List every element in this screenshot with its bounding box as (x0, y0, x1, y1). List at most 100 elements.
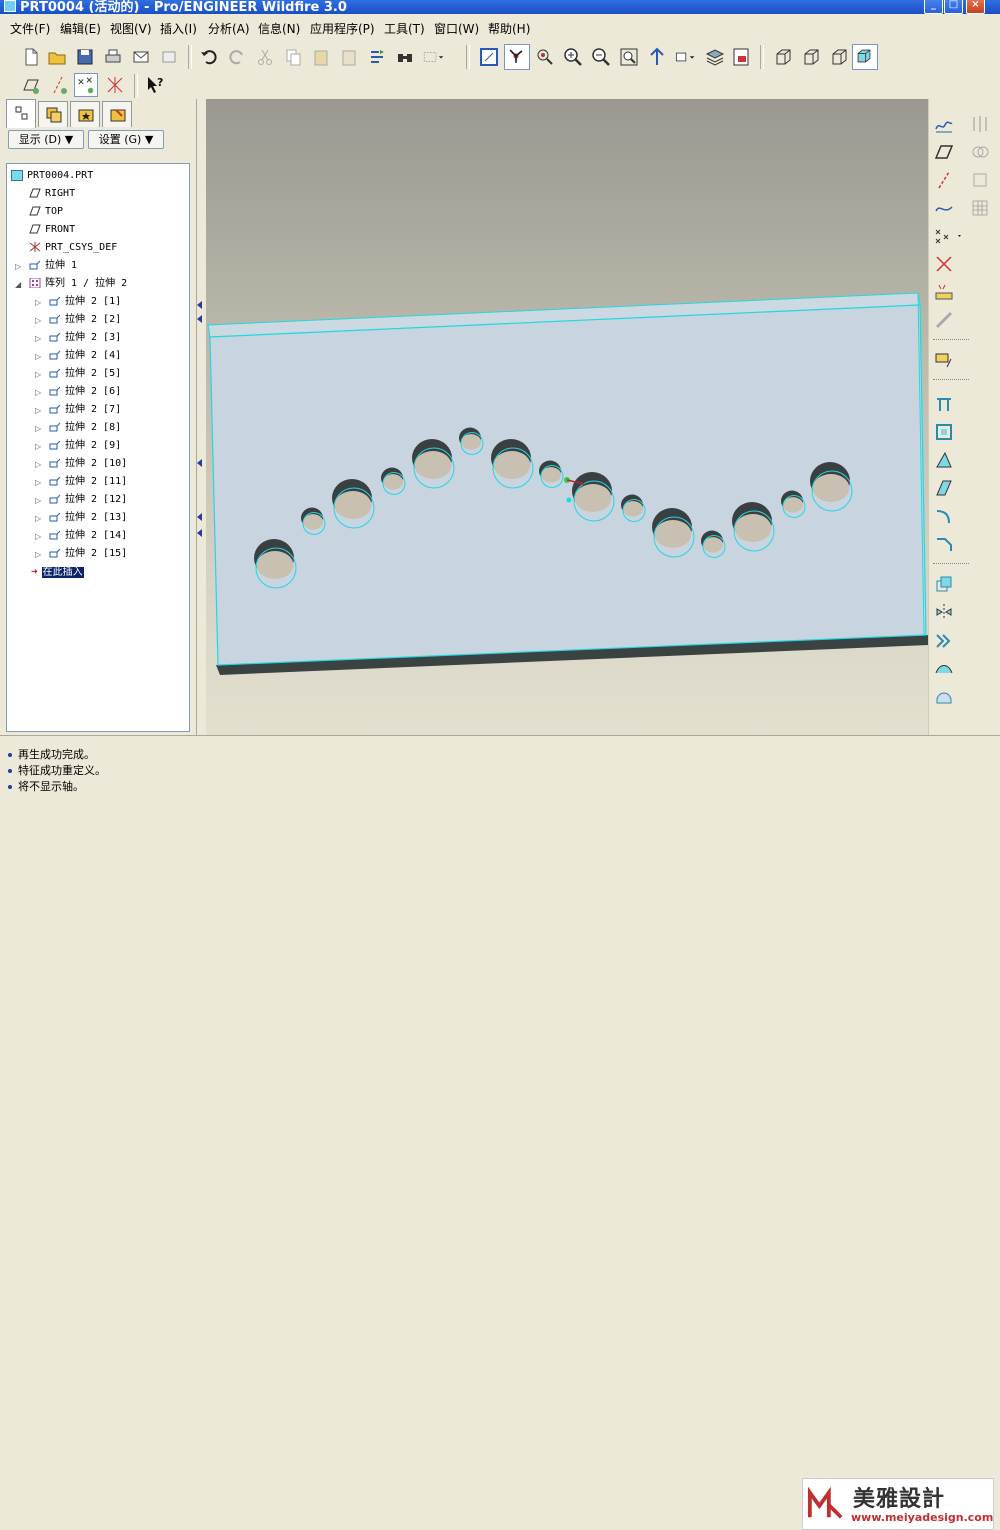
expand-icon[interactable]: ▷ (35, 496, 41, 505)
trim-tool-icon[interactable] (969, 169, 991, 191)
datum-curve-tool-icon[interactable] (933, 197, 955, 219)
context-help-icon[interactable]: ? (144, 74, 166, 96)
analysis-tool-icon[interactable] (933, 281, 955, 303)
zoom-in-icon[interactable] (562, 46, 584, 68)
menu-window[interactable]: 窗口(W) (434, 20, 479, 37)
rib-tool-icon[interactable] (933, 449, 955, 471)
print-icon[interactable] (102, 46, 124, 68)
new-file-icon[interactable] (20, 46, 42, 68)
datum-axis-display-icon[interactable] (48, 74, 70, 96)
collapse-icon[interactable]: ◢ (15, 280, 21, 289)
menu-info[interactable]: 信息(N) (258, 20, 300, 37)
tree-pattern-member[interactable]: 拉伸 2 [7] (49, 402, 121, 418)
import-tool-icon[interactable] (933, 309, 955, 331)
menu-analysis[interactable]: 分析(A) (208, 20, 250, 37)
menu-view[interactable]: 视图(V) (110, 20, 152, 37)
tree-pattern-member[interactable]: 拉伸 2 [11] (49, 474, 127, 490)
copy-icon[interactable] (282, 46, 304, 68)
insert-datum-icon[interactable] (933, 349, 955, 371)
tree-pattern-member[interactable]: 拉伸 2 [3] (49, 330, 121, 346)
collapse-arrow-icon[interactable] (197, 529, 202, 537)
view-manager-icon[interactable] (730, 46, 752, 68)
tree-root[interactable]: PRT0004.PRT (11, 168, 93, 184)
copy-feature-icon[interactable] (933, 573, 955, 595)
extrude-tool-icon[interactable] (933, 393, 955, 415)
expand-icon[interactable]: ▷ (35, 388, 41, 397)
mirror-feature-icon[interactable] (933, 601, 955, 623)
saved-views-dropdown[interactable] (674, 46, 702, 68)
tree-datum-front[interactable]: FRONT (29, 222, 75, 238)
tab-folder-browser[interactable] (38, 101, 68, 127)
sketch-tool-icon[interactable] (933, 113, 955, 135)
boundary-tool-icon[interactable] (933, 685, 955, 707)
tree-pattern-1[interactable]: 阵列 1 / 拉伸 2 (29, 276, 127, 292)
tree-pattern-member[interactable]: 拉伸 2 [14] (49, 528, 127, 544)
open-folder-icon[interactable] (46, 46, 68, 68)
chamfer-tool-icon[interactable] (933, 533, 955, 555)
hidden-line-icon[interactable] (800, 46, 822, 68)
show-button[interactable]: 显示 (D) ▼ (8, 130, 84, 149)
drag-handle[interactable] (566, 497, 572, 503)
menu-tools[interactable]: 工具(T) (384, 20, 425, 37)
pattern-feature-icon[interactable] (933, 629, 955, 651)
tab-model-tree[interactable] (6, 99, 36, 128)
expand-icon[interactable]: ▷ (35, 316, 41, 325)
csys-display-icon[interactable] (104, 74, 126, 96)
collapse-arrow-icon[interactable] (197, 513, 202, 521)
redo-icon[interactable] (226, 46, 248, 68)
datum-plane-tool-icon[interactable] (933, 141, 955, 163)
shading-icon[interactable] (852, 44, 878, 70)
tab-connections[interactable] (102, 101, 132, 127)
tree-pattern-member[interactable]: 拉伸 2 [9] (49, 438, 121, 454)
merge-tool-icon[interactable] (969, 141, 991, 163)
menu-applications[interactable]: 应用程序(P) (310, 20, 375, 37)
panel-splitter[interactable] (196, 99, 206, 735)
menu-insert[interactable]: 插入(I) (160, 20, 197, 37)
csys-tool-icon[interactable] (933, 253, 955, 275)
find-icon[interactable] (394, 46, 416, 68)
minimize-button[interactable]: _ (924, 0, 943, 14)
tree-pattern-member[interactable]: 拉伸 2 [4] (49, 348, 121, 364)
send-mail-icon[interactable] (130, 46, 152, 68)
collapse-arrow-icon[interactable] (197, 459, 202, 467)
cut-icon[interactable] (254, 46, 276, 68)
orient-mode-icon[interactable] (534, 46, 556, 68)
selection-filter-dropdown[interactable] (422, 46, 452, 68)
tree-pattern-member[interactable]: 拉伸 2 [6] (49, 384, 121, 400)
collapse-arrow-icon[interactable] (197, 315, 202, 323)
tree-datum-top[interactable]: TOP (29, 204, 63, 220)
tab-favorites[interactable] (70, 101, 100, 127)
tree-csys[interactable]: PRT_CSYS_DEF (29, 240, 117, 256)
tree-pattern-member[interactable]: 拉伸 2 [1] (49, 294, 121, 310)
paste-icon[interactable] (310, 46, 332, 68)
grid-tool-icon[interactable] (969, 197, 991, 219)
regenerate-icon[interactable] (366, 46, 388, 68)
menu-file[interactable]: 文件(F) (10, 20, 50, 37)
expand-icon[interactable]: ▷ (35, 406, 41, 415)
datum-point-tool-icon[interactable] (933, 225, 963, 247)
tree-pattern-member[interactable]: 拉伸 2 [5] (49, 366, 121, 382)
menu-help[interactable]: 帮助(H) (488, 20, 530, 37)
expand-icon[interactable]: ▷ (35, 460, 41, 469)
paste-special-icon[interactable] (338, 46, 360, 68)
maximize-button[interactable]: □ (944, 0, 963, 14)
expand-icon[interactable]: ▷ (35, 334, 41, 343)
round-tool-icon[interactable] (933, 505, 955, 527)
zoom-out-icon[interactable] (590, 46, 612, 68)
refit-icon[interactable] (618, 46, 640, 68)
draft-tool-icon[interactable] (933, 477, 955, 499)
datum-axis-tool-icon[interactable] (933, 169, 955, 191)
tree-pattern-member[interactable]: 拉伸 2 [15] (49, 546, 127, 562)
tree-pattern-member[interactable]: 拉伸 2 [12] (49, 492, 127, 508)
tree-pattern-member[interactable]: 拉伸 2 [2] (49, 312, 121, 328)
undo-icon[interactable] (198, 46, 220, 68)
repaint-icon[interactable] (478, 46, 500, 68)
collapse-arrow-icon[interactable] (197, 301, 202, 309)
no-hidden-icon[interactable] (828, 46, 850, 68)
wireframe-icon[interactable] (772, 46, 794, 68)
close-button[interactable]: × (966, 0, 985, 14)
send-link-icon[interactable] (158, 46, 180, 68)
tree-extrude-1[interactable]: 拉伸 1 (29, 258, 77, 274)
mirror-tool-icon[interactable] (969, 113, 991, 135)
datum-point-display-icon[interactable] (74, 73, 98, 97)
